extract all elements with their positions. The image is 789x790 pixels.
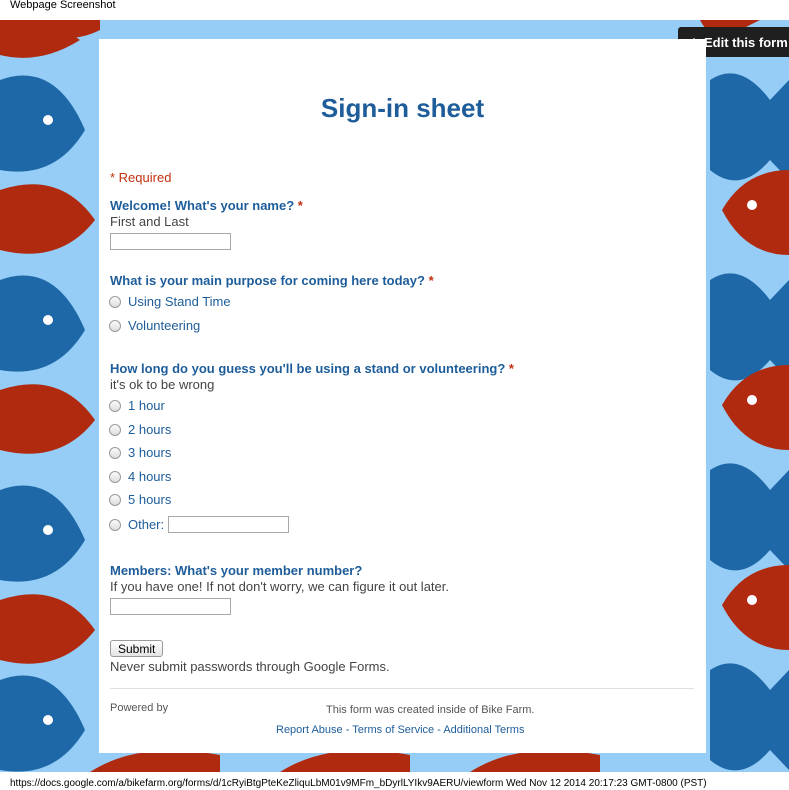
- powered-by-label: Powered by: [110, 702, 169, 714]
- option-label: 4 hours: [128, 469, 172, 484]
- radio-button[interactable]: [109, 399, 121, 412]
- radio-button[interactable]: [109, 446, 121, 459]
- name-input[interactable]: [110, 233, 231, 250]
- duration-option-other[interactable]: Other:: [109, 516, 290, 533]
- edit-form-label: Edit this form: [704, 34, 788, 50]
- purpose-option-volunteering[interactable]: Volunteering: [109, 318, 200, 333]
- duration-option-5[interactable]: 5 hours: [109, 492, 171, 507]
- question-purpose-title: What is your main purpose for coming her…: [110, 273, 434, 288]
- radio-button[interactable]: [109, 423, 121, 436]
- created-note: This form was created inside of Bike Far…: [326, 704, 535, 716]
- link-separator: -: [434, 724, 444, 736]
- option-label: 2 hours: [128, 422, 172, 437]
- form-card: Sign-in sheet * Required Welcome! What's…: [99, 39, 706, 753]
- footer-links: Report Abuse - Terms of Service - Additi…: [276, 724, 524, 736]
- question-name-title: Welcome! What's your name? *: [110, 198, 303, 213]
- password-warning: Never submit passwords through Google Fo…: [110, 659, 390, 674]
- option-label: 5 hours: [128, 492, 172, 507]
- duration-option-4[interactable]: 4 hours: [109, 469, 171, 484]
- member-number-input[interactable]: [110, 598, 231, 615]
- question-duration-text: How long do you guess you'll be using a …: [110, 361, 506, 376]
- form-title: Sign-in sheet: [320, 93, 485, 123]
- terms-of-service-link[interactable]: Terms of Service: [352, 724, 434, 736]
- required-note: * Required: [110, 170, 172, 185]
- radio-button[interactable]: [109, 518, 121, 531]
- question-member-title: Members: What's your member number?: [110, 563, 362, 578]
- screenshot-title: Webpage Screenshot: [10, 0, 116, 11]
- duration-option-2[interactable]: 2 hours: [109, 422, 171, 437]
- question-purpose-text: What is your main purpose for coming her…: [110, 273, 425, 288]
- question-name-help: First and Last: [110, 214, 189, 229]
- required-star: *: [428, 273, 434, 288]
- additional-terms-link[interactable]: Additional Terms: [443, 724, 524, 736]
- question-member-text: Members: What's your member number?: [110, 563, 363, 578]
- option-label: 1 hour: [128, 398, 165, 413]
- radio-button[interactable]: [109, 295, 121, 308]
- radio-button[interactable]: [109, 493, 121, 506]
- status-url-line: https://docs.google.com/a/bikefarm.org/f…: [10, 778, 707, 789]
- option-label: Volunteering: [128, 318, 201, 333]
- report-abuse-link[interactable]: Report Abuse: [276, 724, 343, 736]
- option-label: Using Stand Time: [128, 294, 231, 309]
- radio-button[interactable]: [109, 470, 121, 483]
- required-star: *: [297, 198, 303, 213]
- question-duration-help: it's ok to be wrong: [110, 377, 215, 392]
- option-label: 3 hours: [128, 445, 172, 460]
- radio-button[interactable]: [109, 319, 121, 332]
- option-label: Other:: [128, 517, 165, 532]
- duration-option-3[interactable]: 3 hours: [109, 445, 171, 460]
- question-member-help: If you have one! If not don't worry, we …: [110, 579, 449, 594]
- required-star: *: [508, 361, 514, 376]
- question-name-text: Welcome! What's your name?: [110, 198, 295, 213]
- duration-option-1[interactable]: 1 hour: [109, 398, 165, 413]
- submit-button[interactable]: Submit: [110, 640, 164, 657]
- footer-divider: [110, 688, 694, 689]
- link-separator: -: [342, 724, 353, 736]
- question-duration-title: How long do you guess you'll be using a …: [110, 361, 514, 376]
- other-text-input[interactable]: [168, 516, 290, 533]
- purpose-option-stand-time[interactable]: Using Stand Time: [109, 294, 231, 309]
